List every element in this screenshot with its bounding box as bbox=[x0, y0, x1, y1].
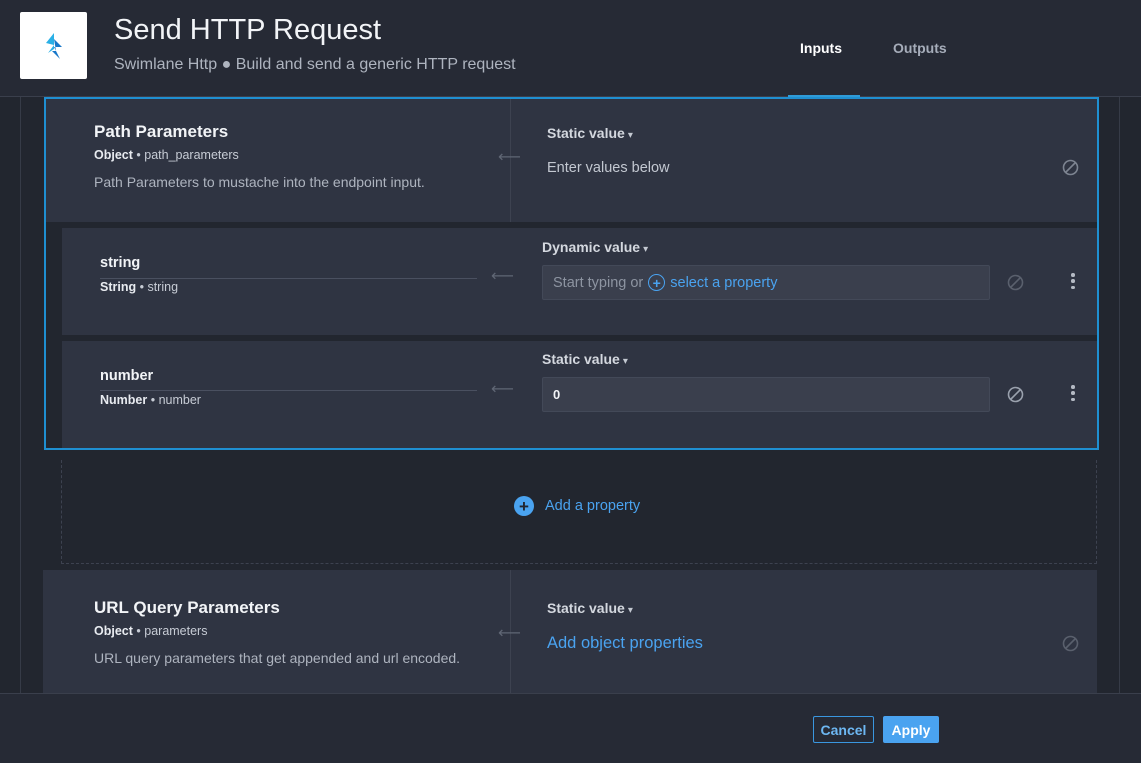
null-circle-icon[interactable] bbox=[1062, 635, 1079, 652]
tab-inputs[interactable]: Inputs bbox=[800, 40, 842, 56]
input-placeholder: Start typing or bbox=[553, 274, 644, 291]
dialog-header: Send HTTP Request Swimlane Http ● Build … bbox=[0, 0, 1141, 97]
chevron-down-icon: ▾ bbox=[643, 244, 649, 255]
property-name: string bbox=[100, 255, 141, 271]
chevron-down-icon: ▾ bbox=[622, 356, 628, 367]
type-label: Object bbox=[94, 148, 133, 162]
value-mode-select[interactable]: Static value ▾ bbox=[547, 125, 633, 141]
add-property-button[interactable]: + Add a property bbox=[514, 496, 640, 516]
field-type: Object • path_parameters bbox=[94, 148, 239, 162]
type-label: String bbox=[100, 280, 137, 294]
add-object-properties-link[interactable]: Add object properties bbox=[547, 634, 703, 653]
arrow-left-icon: ⟵ bbox=[491, 381, 514, 398]
plus-circle-icon: + bbox=[648, 274, 666, 291]
arrow-left-icon: ⟵ bbox=[498, 149, 521, 166]
property-key: number bbox=[158, 393, 201, 407]
chevron-down-icon: ▾ bbox=[627, 130, 633, 141]
type-label: Number bbox=[100, 393, 148, 407]
mode-label: Static value bbox=[542, 351, 620, 367]
value-mode-select[interactable]: Dynamic value ▾ bbox=[542, 239, 648, 255]
name-underline bbox=[100, 278, 477, 279]
field-description: URL query parameters that get appended a… bbox=[94, 650, 461, 666]
plus-circle-icon: + bbox=[514, 496, 534, 516]
null-circle-icon[interactable] bbox=[1007, 386, 1024, 403]
field-description: Path Parameters to mustache into the end… bbox=[94, 174, 425, 190]
mode-label: Dynamic value bbox=[542, 239, 641, 255]
scroll-rail-left bbox=[20, 97, 21, 693]
field-key: path_parameters bbox=[144, 148, 239, 162]
input-value: 0 bbox=[553, 387, 561, 402]
bullet: • bbox=[150, 393, 159, 407]
value-hint: Enter values below bbox=[547, 160, 670, 176]
arrow-left-icon: ⟵ bbox=[491, 268, 514, 285]
property-type: Number • number bbox=[100, 393, 201, 407]
mode-label: Static value bbox=[547, 125, 625, 141]
page-subtitle: Swimlane Http ● Build and send a generic… bbox=[114, 56, 516, 73]
field-title: Path Parameters bbox=[94, 122, 229, 141]
null-circle-icon[interactable] bbox=[1007, 274, 1024, 291]
field-title: URL Query Parameters bbox=[94, 598, 280, 617]
mode-label: Static value bbox=[547, 600, 625, 616]
dynamic-value-input[interactable]: Start typing or + select a property bbox=[542, 265, 990, 300]
apply-button[interactable]: Apply bbox=[883, 716, 939, 743]
select-link-label: select a property bbox=[670, 274, 778, 291]
cancel-button[interactable]: Cancel bbox=[813, 716, 874, 743]
add-property-label: Add a property bbox=[545, 498, 641, 514]
property-type: String • string bbox=[100, 280, 178, 294]
inputs-panel[interactable]: Path Parameters Object • path_parameters… bbox=[0, 97, 1141, 693]
type-label: Object bbox=[94, 624, 133, 638]
swimlane-logo-icon bbox=[45, 32, 62, 59]
value-mode-select[interactable]: Static value ▾ bbox=[542, 351, 628, 367]
property-key: string bbox=[147, 280, 179, 294]
static-value-input[interactable]: 0 bbox=[542, 377, 990, 412]
kebab-menu-icon[interactable] bbox=[1070, 385, 1076, 401]
property-name: number bbox=[100, 368, 154, 384]
name-underline bbox=[100, 390, 477, 391]
page-title: Send HTTP Request bbox=[114, 14, 382, 46]
null-circle-icon[interactable] bbox=[1062, 159, 1079, 176]
logo bbox=[20, 12, 87, 79]
select-property-link[interactable]: + select a property bbox=[648, 274, 777, 291]
tab-outputs[interactable]: Outputs bbox=[893, 40, 947, 56]
chevron-down-icon: ▾ bbox=[627, 605, 633, 616]
scroll-rail-right bbox=[1119, 97, 1120, 693]
field-type: Object • parameters bbox=[94, 624, 207, 638]
dialog-footer: Cancel Apply bbox=[0, 693, 1141, 763]
arrow-left-icon: ⟵ bbox=[498, 625, 521, 642]
field-key: parameters bbox=[144, 624, 208, 638]
kebab-menu-icon[interactable] bbox=[1070, 273, 1076, 289]
value-mode-select[interactable]: Static value ▾ bbox=[547, 600, 633, 616]
